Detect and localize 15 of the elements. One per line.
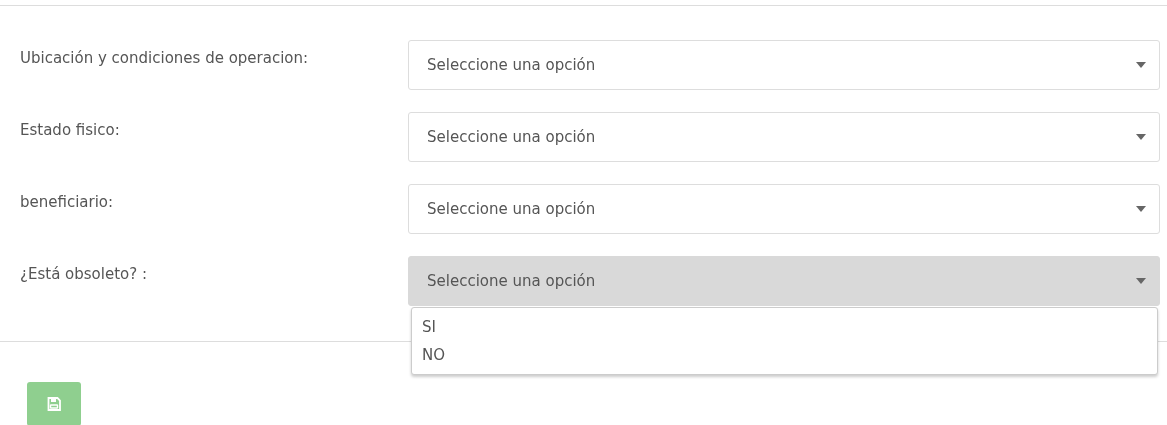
field-label: Estado fisico: <box>20 120 121 139</box>
save-icon <box>47 397 61 411</box>
select-field[interactable]: Seleccione una opción <box>408 40 1160 90</box>
field-label: beneficiario: <box>20 192 115 211</box>
select-field[interactable]: Seleccione una opción <box>408 256 1160 306</box>
caret-icon <box>1136 62 1146 68</box>
field-label: Ubicación y condiciones de operacion: <box>20 48 310 67</box>
field-label: ¿Está obsoleto? : <box>20 264 149 283</box>
dropdown-option[interactable]: NO <box>412 341 1157 369</box>
dropdown-option[interactable]: SI <box>412 313 1157 341</box>
select-field[interactable]: Seleccione una opción <box>408 184 1160 234</box>
caret-icon <box>1136 278 1146 284</box>
caret-icon <box>1136 134 1146 140</box>
select-field[interactable]: Seleccione una opción <box>408 112 1160 162</box>
caret-icon <box>1136 206 1146 212</box>
